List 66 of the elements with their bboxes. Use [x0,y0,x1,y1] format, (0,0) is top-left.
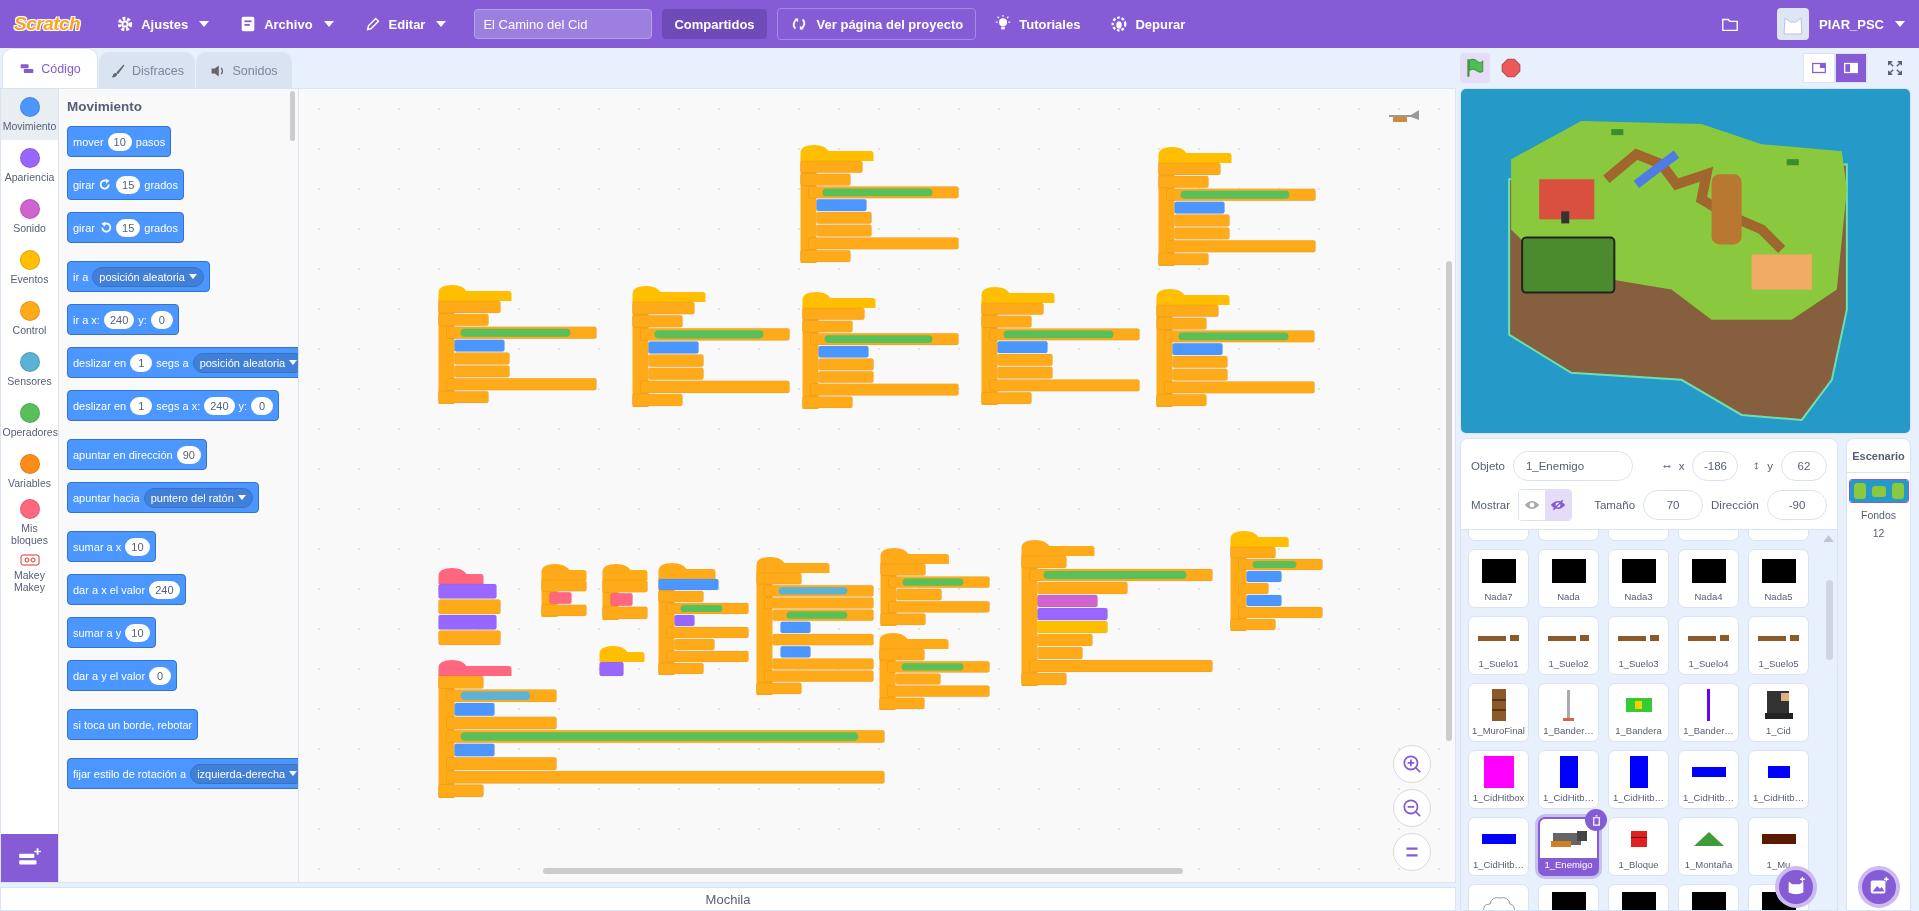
sprite-tile[interactable]: 1_Bloque [1608,817,1669,876]
direction-field[interactable]: -90 [1767,490,1827,520]
sprite-tile[interactable]: 1_Mu [1748,817,1809,876]
x-field[interactable]: -186 [1692,451,1739,481]
tutorials-button[interactable]: Tutoriales [982,0,1093,48]
sprite-name-field[interactable]: 1_Enemigo [1512,451,1633,481]
sprite-tile[interactable]: 1_CidHitb… [1678,750,1739,809]
sprite-tile[interactable]: Nada [1538,549,1599,608]
motion-block[interactable]: apuntar en dirección 90 [67,439,207,470]
debug-button[interactable]: Depurar [1098,0,1198,48]
motion-block[interactable]: sumar a x 10 [67,531,156,562]
motion-block[interactable]: dar a y el valor 0 [67,660,178,691]
sprite-tile[interactable]: 1_Suelo2 [1538,616,1599,675]
sprite-tile[interactable]: 1_Montaña [1678,817,1739,876]
motion-block[interactable]: mover 10 pasos [67,126,172,157]
stage-selector[interactable]: Escenario Fondos 12 [1846,438,1911,911]
size-field[interactable]: 70 [1643,490,1704,520]
sprite-tile[interactable]: 1_Cid [1748,683,1809,742]
sprite-label: Objeto [1471,460,1505,472]
sprite-tile[interactable]: 1_Bandera [1608,683,1669,742]
sprite-tile[interactable]: 1_Suelo3 [1608,616,1669,675]
edit-menu[interactable]: Editar [351,0,459,48]
sprite-tile[interactable]: Nada3 [1608,549,1669,608]
file-menu[interactable]: Archivo [227,0,346,48]
sprite-tile[interactable]: Nada4 [1678,549,1739,608]
sprite-tile[interactable]: 1_Suelo5 [1748,616,1809,675]
direction-label: Dirección [1711,499,1759,511]
sprite-tile[interactable]: 1_CidHitb… [1468,817,1529,876]
motion-block[interactable]: sumar a y 10 [67,617,156,648]
sprite-tile[interactable]: Nada5 [1748,549,1809,608]
y-label: y [1767,460,1773,472]
y-field[interactable]: 62 [1781,451,1827,481]
sprite-tile[interactable]: 1_Bander… [1678,683,1739,742]
share-button[interactable]: Compartidos [662,9,767,39]
backdrops-count: 12 [1872,527,1885,539]
stage-heading: Escenario [1847,439,1910,473]
motion-block[interactable]: girar 15 grados [67,212,184,243]
motion-block[interactable]: deslizar en 1 segs a x: 240 y: 0 [67,390,280,421]
motion-block[interactable]: apuntar hacia puntero del ratón [67,482,259,513]
show-label: Mostrar [1471,499,1510,511]
motion-block[interactable]: ir a x: 240 y: 0 [67,304,179,335]
sprite-tile[interactable]: 1_CidHitb… [1748,750,1809,809]
sprite-tile[interactable]: 1_MuroFinal [1468,683,1529,742]
sprite-tile[interactable]: 1_CidHitb… [1538,750,1599,809]
size-label: Tamaño [1594,499,1636,511]
x-label: x [1678,460,1685,472]
motion-block[interactable]: girar 15 grados [67,169,184,200]
sprite-tile[interactable]: 1_Suelo4 [1678,616,1739,675]
account-menu[interactable]: PIAR_PSC [1814,0,1909,48]
sprite-tile[interactable]: 1_CidHitbox [1468,750,1529,809]
backdrops-label: Fondos [1861,509,1896,521]
motion-block[interactable]: fijar estilo de rotación a izquierda-derecha [67,758,298,789]
sprite-tile[interactable]: 1_Enemigo [1538,817,1599,876]
backpack-bar[interactable]: Mochila [0,887,1456,911]
editor-tab[interactable]: Código [2,48,98,88]
motion-block[interactable]: dar a x el valor 240 [67,574,186,605]
project-page-button[interactable]: Ver página del proyecto [776,8,977,40]
sprite-tile[interactable]: 1_CidHitb… [1608,750,1669,809]
motion-block[interactable]: ir a posición aleatoria [67,261,210,292]
settings-menu[interactable]: Ajustes [104,0,222,48]
motion-block[interactable]: deslizar en 1 segs a posición aleatoria [67,347,298,378]
sprite-tile[interactable]: Nada7 [1468,549,1529,608]
palette-heading: Movimiento [67,99,143,114]
category-item[interactable]: Movimiento [1,89,58,140]
sprite-tile[interactable]: 1_Suelo1 [1468,616,1529,675]
sprite-tile[interactable]: 1_Bander… [1538,683,1599,742]
